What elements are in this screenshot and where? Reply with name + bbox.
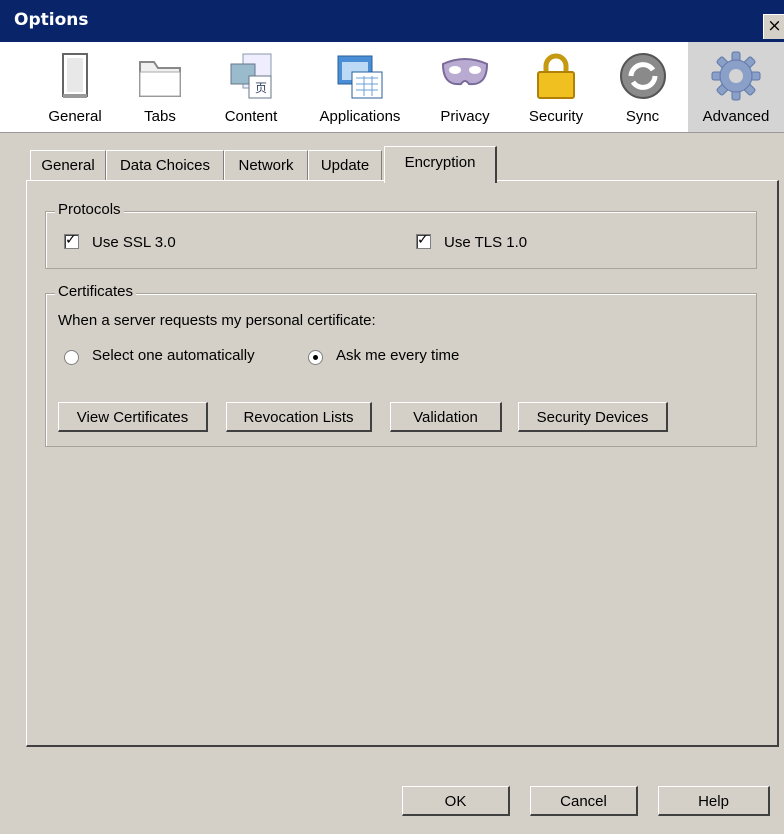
privacy-mask-icon [441,58,489,86]
content-icon: 页 [230,53,272,99]
pane-label: Advanced [702,108,770,125]
pane-privacy[interactable]: Privacy [425,42,505,132]
tabs-icon [139,61,181,97]
pane-applications[interactable]: Applications [305,42,415,132]
radio-dot [313,355,318,360]
revocation-lists-button[interactable]: Revocation Lists [226,402,372,432]
validation-button[interactable]: Validation [390,402,502,432]
pane-label: Privacy [440,108,490,125]
ok-button[interactable]: OK [402,786,510,816]
protocols-group: Protocols ✓ Use SSL 3.0 ✓ Use TLS 1.0 [45,201,757,269]
view-certificates-button[interactable]: View Certificates [58,402,208,432]
tab-data-choices[interactable]: Data Choices [106,150,224,181]
sync-icon [619,53,666,99]
window-title: Options [14,10,89,30]
pane-sync[interactable]: Sync [605,42,680,132]
pane-general[interactable]: General [30,42,120,132]
certificates-group: Certificates When a server requests my p… [45,283,757,447]
options-window: Options × General Tabs 页 Content Applica… [0,0,784,834]
tls-label: Use TLS 1.0 [444,234,528,251]
tab-general[interactable]: General [30,150,106,181]
pane-label: General [48,108,102,125]
pane-advanced[interactable]: Advanced [688,42,784,132]
pane-tabs[interactable]: Tabs [120,42,200,132]
protocols-title: Protocols [55,201,124,218]
checkmark-icon: ✓ [417,232,429,248]
tab-update[interactable]: Update [308,150,382,181]
ssl-label: Use SSL 3.0 [92,234,176,251]
pane-label: Content [224,108,278,125]
pane-label: Sync [625,108,660,125]
pane-label: Security [528,108,584,125]
ssl-checkbox[interactable]: ✓ [64,232,79,249]
pane-toolbar: General Tabs 页 Content Applications Priv… [0,42,784,133]
tab-network[interactable]: Network [224,150,308,181]
select-automatically-radio[interactable] [64,350,79,365]
help-button[interactable]: Help [658,786,770,816]
pane-content[interactable]: 页 Content [205,42,297,132]
general-icon [62,53,88,98]
select-automatically-label: Select one automatically [92,347,255,364]
security-devices-button[interactable]: Security Devices [518,402,668,432]
cancel-button[interactable]: Cancel [530,786,638,816]
title-bar: Options × [0,0,784,42]
certificates-title: Certificates [55,283,137,300]
certificate-prompt: When a server requests my personal certi… [58,312,376,329]
ask-every-time-radio[interactable] [308,350,323,365]
svg-text:页: 页 [255,81,267,95]
pane-label: Tabs [144,108,176,125]
tab-encryption[interactable]: Encryption [384,146,497,183]
gear-icon [711,51,761,101]
checkmark-icon: ✓ [65,232,77,248]
padlock-icon [537,53,575,99]
tls-checkbox[interactable]: ✓ [416,232,431,249]
encryption-panel: Protocols ✓ Use SSL 3.0 ✓ Use TLS 1.0 Ce… [26,180,779,747]
pane-label: Applications [319,108,401,125]
pane-security[interactable]: Security [515,42,597,132]
close-button[interactable]: × [763,14,784,39]
applications-icon [337,55,383,99]
ask-every-time-label: Ask me every time [336,347,460,364]
